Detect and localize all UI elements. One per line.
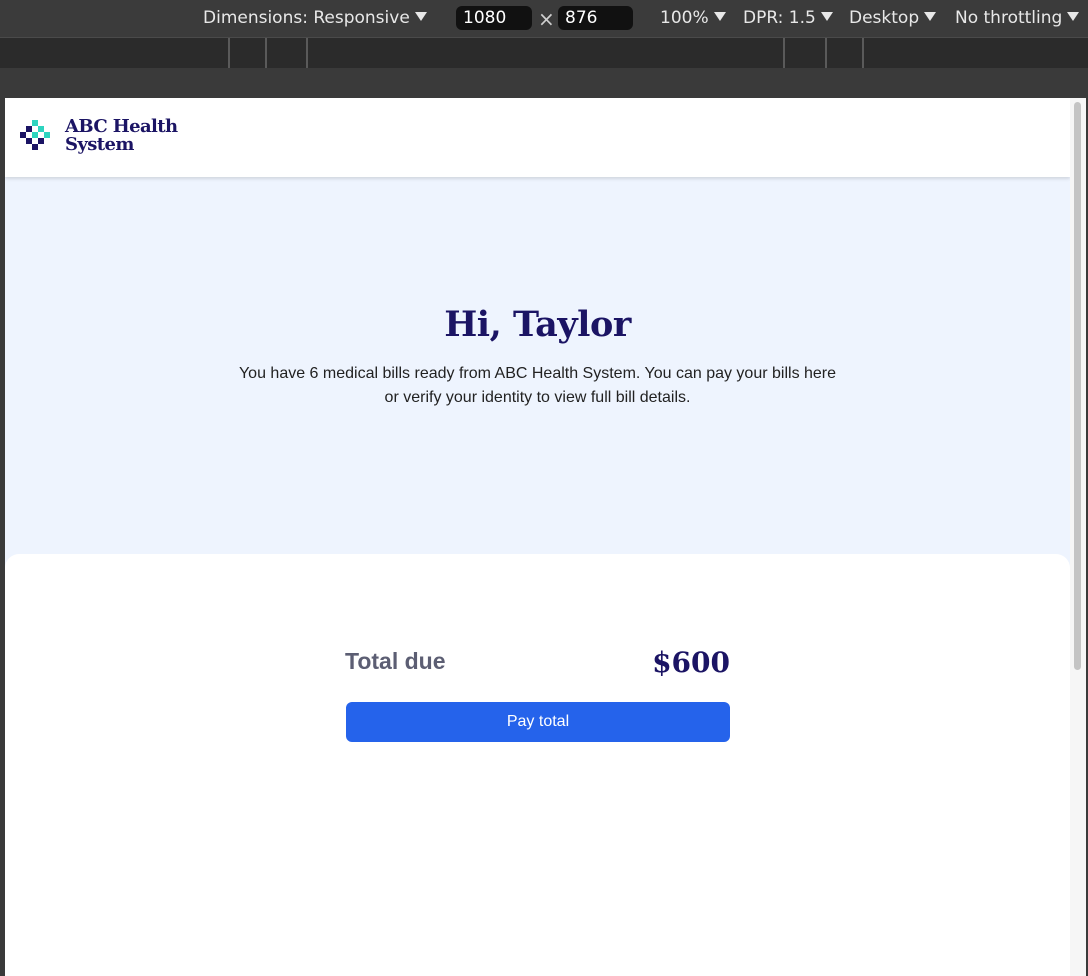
viewport-height-input[interactable]: 876 [558, 6, 633, 30]
page-scrollbar[interactable] [1070, 98, 1086, 976]
device-type-label: Desktop [849, 8, 920, 28]
media-query-divider [306, 38, 308, 68]
device-type-dropdown[interactable]: Desktop [849, 7, 937, 29]
logo-wordmark: ABC Health System [65, 118, 178, 155]
scrollbar-thumb[interactable] [1074, 102, 1081, 670]
dpr-dropdown[interactable]: DPR: 1.5 [743, 7, 833, 29]
media-query-divider [783, 38, 785, 68]
abc-health-logo[interactable]: ABC Health System [20, 118, 190, 158]
media-query-divider [862, 38, 864, 68]
zoom-dropdown[interactable]: 100% [660, 7, 726, 29]
dimensions-label: Dimensions: Responsive [203, 8, 410, 28]
chevron-down-icon [713, 12, 726, 21]
media-query-divider [265, 38, 267, 68]
page-viewport: ABC Health System Hi, Taylor You have 6 … [5, 98, 1070, 976]
bills-message: You have 6 medical bills ready from ABC … [238, 365, 837, 406]
cross-logo-icon [20, 120, 50, 150]
dpr-label: DPR: 1.5 [743, 8, 816, 28]
chevron-down-icon [1067, 12, 1080, 21]
chevron-down-icon [414, 12, 427, 21]
times-icon: × [538, 7, 555, 31]
media-query-divider [825, 38, 827, 68]
throttling-dropdown[interactable]: No throttling [955, 7, 1080, 29]
total-due-amount: $600 [652, 646, 730, 679]
viewport-gutter [0, 68, 1088, 98]
chevron-down-icon [820, 12, 833, 21]
page-title: Hi, Taylor [444, 304, 631, 345]
zoom-label: 100% [660, 8, 709, 28]
dimensions-dropdown[interactable]: Dimensions: Responsive [203, 7, 427, 29]
chevron-down-icon [924, 12, 937, 21]
devtools-device-toolbar: Dimensions: Responsive 1080 × 876 100% D… [0, 0, 1088, 37]
pay-total-button[interactable]: Pay total [346, 702, 730, 742]
viewport-width-input[interactable]: 1080 [456, 6, 532, 30]
media-query-divider [228, 38, 230, 68]
payment-card: Total due $600 Pay total [5, 554, 1070, 976]
throttling-label: No throttling [955, 8, 1063, 28]
greeting-section: Hi, Taylor You have 6 medical bills read… [5, 178, 1070, 554]
total-due-label: Total due [345, 648, 446, 674]
site-header: ABC Health System [5, 98, 1070, 177]
media-query-bar[interactable] [0, 37, 1088, 69]
logo-line-2: System [65, 134, 134, 155]
